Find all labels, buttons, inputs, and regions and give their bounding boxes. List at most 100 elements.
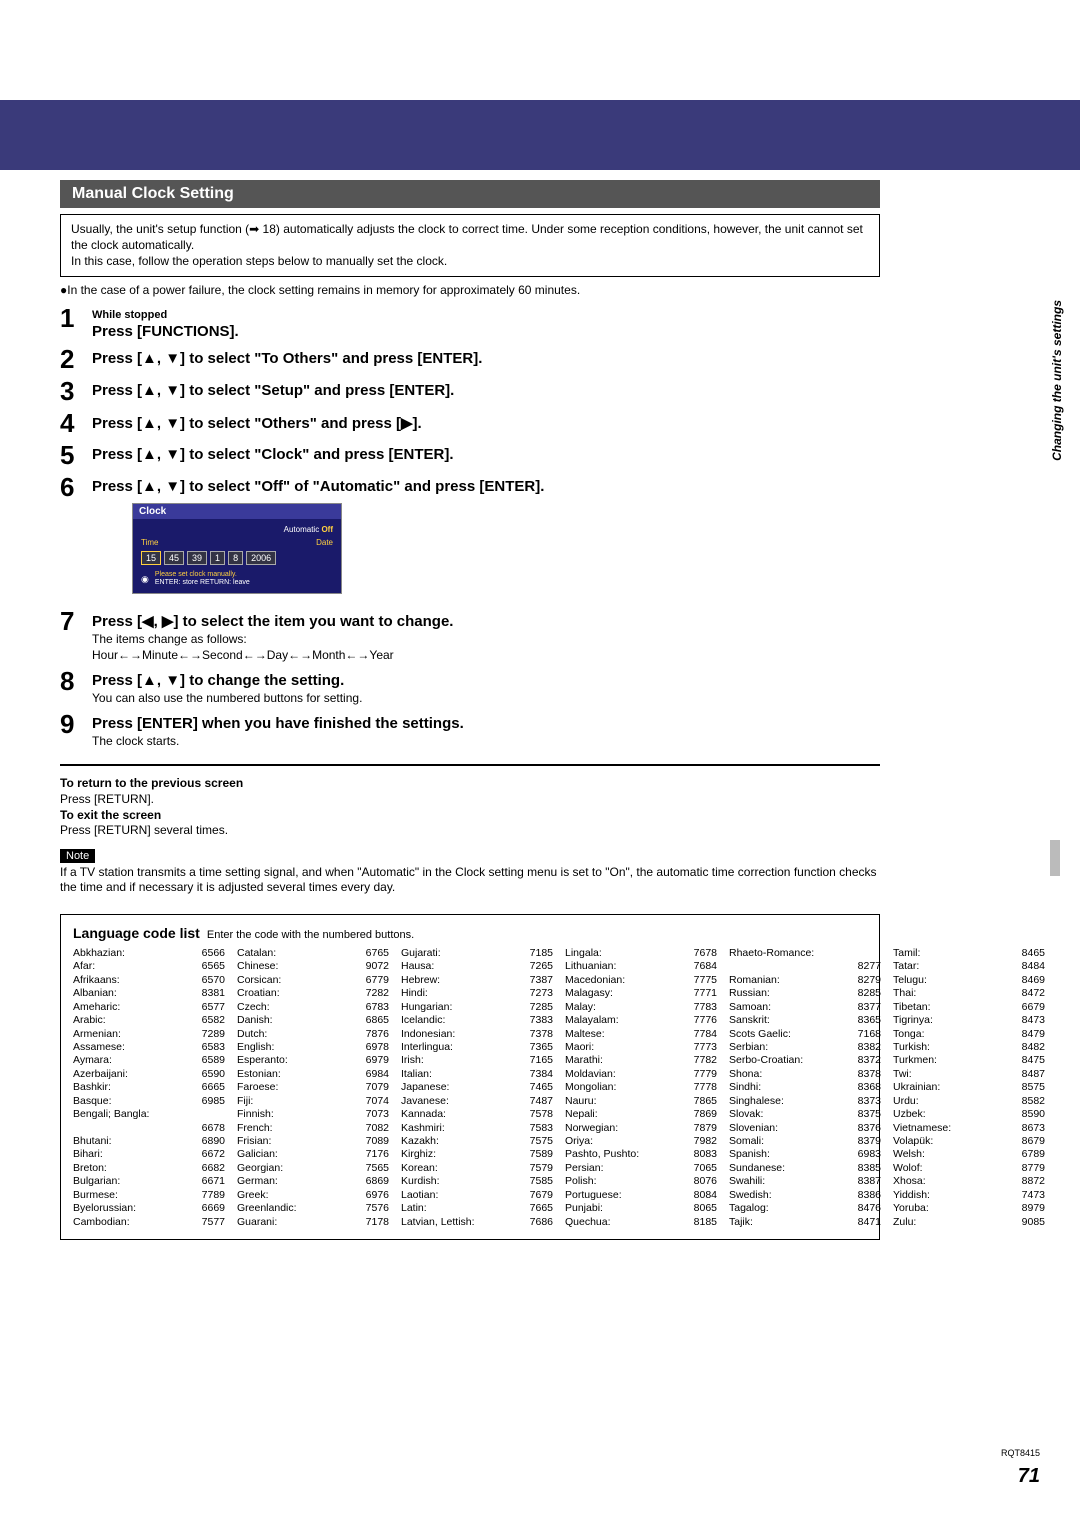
lang-row: Kashmiri:7583 [401,1122,553,1135]
lang-name: Azerbaijani: [73,1068,189,1081]
lang-name: Nepali: [565,1108,681,1121]
lang-name: Yoruba: [893,1202,1009,1215]
lang-name: Korean: [401,1162,517,1175]
lang-row: Telugu:8469 [893,974,1045,987]
lang-row: Fiji:7074 [237,1095,389,1108]
lang-code: 7089 [353,1135,389,1148]
lang-row: Swahili:8387 [729,1175,881,1188]
lang-row: Armenian:7289 [73,1028,225,1041]
lang-name: Kurdish: [401,1175,517,1188]
step-main: Press [▲, ▼] to select "Off" of "Automat… [92,478,880,495]
lang-col-3: Lingala:7678Lithuanian:7684Macedonian:77… [565,947,717,1229]
lang-code: 6665 [189,1081,225,1094]
lang-row: Twi:8487 [893,1068,1045,1081]
lang-code: 8185 [681,1216,717,1229]
lang-code: 7783 [681,1001,717,1014]
lang-code: 8673 [1009,1122,1045,1135]
lang-row: Cambodian:7577 [73,1216,225,1229]
lang-col-4: Rhaeto-Romance:8277Romanian:8279Russian:… [729,947,881,1229]
lang-code: 6765 [353,947,389,960]
lang-code: 7776 [681,1014,717,1027]
return-title-2: To exit the screen [60,808,161,822]
lang-row: Greek:6976 [237,1189,389,1202]
lang-name: Romanian: [729,974,845,987]
lang-name: Tigrinya: [893,1014,1009,1027]
lang-code: 8476 [845,1202,881,1215]
lang-code: 7589 [517,1148,553,1161]
step-sub1: You can also use the numbered buttons fo… [92,691,880,705]
lang-row: Uzbek:8590 [893,1108,1045,1121]
lang-code: 8376 [845,1122,881,1135]
clock-osd-title: Clock [133,504,341,519]
lang-row: Interlingua:7365 [401,1041,553,1054]
lang-row: German:6869 [237,1175,389,1188]
lang-code: 7465 [517,1081,553,1094]
lang-name: Sundanese: [729,1162,845,1175]
lang-title: Language code list [73,925,200,941]
lang-code: 6583 [189,1041,225,1054]
lang-code: 7782 [681,1054,717,1067]
lang-name: Portuguese: [565,1189,681,1202]
clock-osd: ClockAutomatic OffTimeDate154539182006◉P… [132,503,342,595]
lang-name: Tatar: [893,960,1009,973]
lang-code: 7865 [681,1095,717,1108]
lang-code: 7876 [353,1028,389,1041]
lang-intro: Enter the code with the numbered buttons… [207,929,414,941]
lang-name: German: [237,1175,353,1188]
lang-name: Mongolian: [565,1081,681,1094]
lang-code: 8382 [845,1041,881,1054]
lang-name: Czech: [237,1001,353,1014]
lang-row: Hungarian:7285 [401,1001,553,1014]
lang-row: Aymara:6589 [73,1054,225,1067]
lang-code: 8065 [681,1202,717,1215]
lang-row: Persian:7065 [565,1162,717,1175]
step-number: 8 [60,668,92,694]
lang-row: Norwegian:7879 [565,1122,717,1135]
lang-code: 7185 [517,947,553,960]
step-4: 4Press [▲, ▼] to select "Others" and pre… [60,410,880,436]
lang-row: Korean:7579 [401,1162,553,1175]
lang-row: Laotian:7679 [401,1189,553,1202]
lang-code: 7789 [189,1189,225,1202]
lang-code: 8872 [1009,1175,1045,1188]
lang-row: Hindi:7273 [401,987,553,1000]
lang-row: Punjabi:8065 [565,1202,717,1215]
lang-code: 6577 [189,1001,225,1014]
lang-code [845,947,881,960]
lang-code: 7565 [353,1162,389,1175]
lang-row: Corsican:6779 [237,974,389,987]
lang-code: 7577 [189,1216,225,1229]
lang-code: 8779 [1009,1162,1045,1175]
lang-row: Mongolian:7778 [565,1081,717,1094]
lang-name: Hungarian: [401,1001,517,1014]
power-failure-note: ●In the case of a power failure, the clo… [60,283,880,297]
lang-row: Tagalog:8476 [729,1202,881,1215]
lang-name: Bulgarian: [73,1175,189,1188]
lang-code: 7869 [681,1108,717,1121]
clock-field-3: 1 [210,551,225,565]
lang-row: Kirghiz:7589 [401,1148,553,1161]
lang-code: 7289 [189,1028,225,1041]
lang-name: Singhalese: [729,1095,845,1108]
lang-code: 8479 [1009,1028,1045,1041]
lang-code: 6984 [353,1068,389,1081]
lang-name: Shona: [729,1068,845,1081]
lang-code: 7265 [517,960,553,973]
lang-code: 9085 [1009,1216,1045,1229]
lang-code: 7585 [517,1175,553,1188]
lang-name: Chinese: [237,960,353,973]
lang-row: Hausa:7265 [401,960,553,973]
lang-name: Norwegian: [565,1122,681,1135]
lang-row: Latvian, Lettish:7686 [401,1216,553,1229]
lang-name: Hebrew: [401,974,517,987]
lang-name: Thai: [893,987,1009,1000]
lang-code: 7487 [517,1095,553,1108]
step-number: 1 [60,305,92,331]
lang-name: Welsh: [893,1148,1009,1161]
lang-row: Slovenian:8376 [729,1122,881,1135]
lang-row: Kurdish:7585 [401,1175,553,1188]
step-main: Press [FUNCTIONS]. [92,323,880,340]
lang-code: 8582 [1009,1095,1045,1108]
lang-code: 7879 [681,1122,717,1135]
step-sub2: Hour←→Minute←→Second←→Day←→Month←→Year [92,648,880,662]
